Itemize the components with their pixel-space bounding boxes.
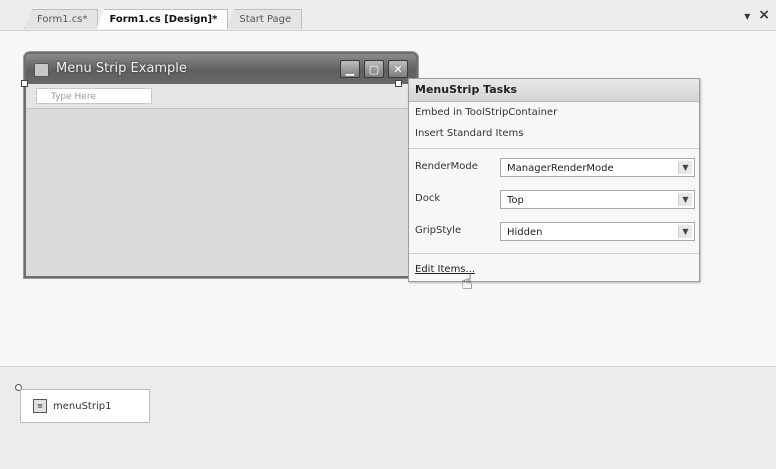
form-window[interactable]: Menu Strip Example ▁ ▢ ✕ Type Here bbox=[24, 52, 418, 278]
gripstyle-value: Hidden bbox=[507, 227, 543, 238]
tab-dropdown-icon[interactable]: ▾ bbox=[744, 9, 750, 23]
type-here-box[interactable]: Type Here bbox=[36, 88, 152, 104]
form-app-icon bbox=[34, 63, 49, 77]
form-titlebar[interactable]: Menu Strip Example ▁ ▢ ✕ bbox=[26, 54, 416, 84]
tab-controls: ▾ × bbox=[744, 8, 770, 23]
document-tabs: Form1.cs* Form1.cs [Design]* Start Page bbox=[24, 9, 303, 29]
tab-close-icon[interactable]: × bbox=[758, 8, 770, 23]
dock-value: Top bbox=[507, 195, 524, 206]
dock-select[interactable]: Top ▼ bbox=[500, 190, 695, 209]
minimize-button[interactable]: ▁ bbox=[340, 60, 360, 78]
tab-start-page[interactable]: Start Page bbox=[226, 9, 303, 29]
dock-row: Dock Top ▼ bbox=[409, 185, 699, 217]
chevron-down-icon[interactable]: ▼ bbox=[678, 161, 692, 174]
selection-handle[interactable] bbox=[21, 80, 28, 87]
rendermode-label: RenderMode bbox=[415, 161, 478, 172]
gripstyle-label: GripStyle bbox=[415, 225, 462, 236]
menustrip-tasks-panel: MenuStrip Tasks Embed in ToolStripContai… bbox=[408, 78, 700, 282]
chevron-down-icon[interactable]: ▼ bbox=[678, 225, 692, 238]
form-title: Menu Strip Example bbox=[56, 61, 187, 76]
smart-tag-glyph[interactable] bbox=[395, 80, 402, 87]
component-label: menuStrip1 bbox=[53, 400, 112, 412]
gripstyle-row: GripStyle Hidden ▼ bbox=[409, 217, 699, 249]
close-button[interactable]: ✕ bbox=[388, 60, 408, 78]
form-client-area[interactable] bbox=[26, 109, 416, 276]
rendermode-select[interactable]: ManagerRenderMode ▼ bbox=[500, 158, 695, 177]
chevron-down-icon[interactable]: ▼ bbox=[678, 193, 692, 206]
tasks-panel-title: MenuStrip Tasks bbox=[409, 79, 699, 102]
rendermode-value: ManagerRenderMode bbox=[507, 163, 614, 174]
menu-strip[interactable]: Type Here bbox=[26, 84, 416, 109]
insert-standard-items-link[interactable]: Insert Standard Items bbox=[409, 123, 699, 144]
component-tray[interactable]: ≡ menuStrip1 bbox=[0, 366, 776, 469]
tasks-separator-2 bbox=[409, 253, 699, 254]
menustrip-component[interactable]: ≡ menuStrip1 bbox=[20, 389, 150, 423]
document-tab-strip: Form1.cs* Form1.cs [Design]* Start Page … bbox=[0, 0, 776, 30]
tab-form1-code[interactable]: Form1.cs* bbox=[24, 9, 99, 29]
tab-form1-design[interactable]: Form1.cs [Design]* bbox=[96, 9, 229, 29]
gripstyle-select[interactable]: Hidden ▼ bbox=[500, 222, 695, 241]
dock-label: Dock bbox=[415, 193, 441, 204]
rendermode-row: RenderMode ManagerRenderMode ▼ bbox=[409, 153, 699, 185]
menustrip-icon: ≡ bbox=[33, 399, 47, 413]
maximize-button[interactable]: ▢ bbox=[364, 60, 384, 78]
embed-toolstripcontainer-link[interactable]: Embed in ToolStripContainer bbox=[409, 102, 699, 123]
window-buttons: ▁ ▢ ✕ bbox=[340, 60, 408, 78]
hand-pointer-icon: ☝ bbox=[461, 270, 474, 294]
tasks-separator bbox=[409, 148, 699, 149]
